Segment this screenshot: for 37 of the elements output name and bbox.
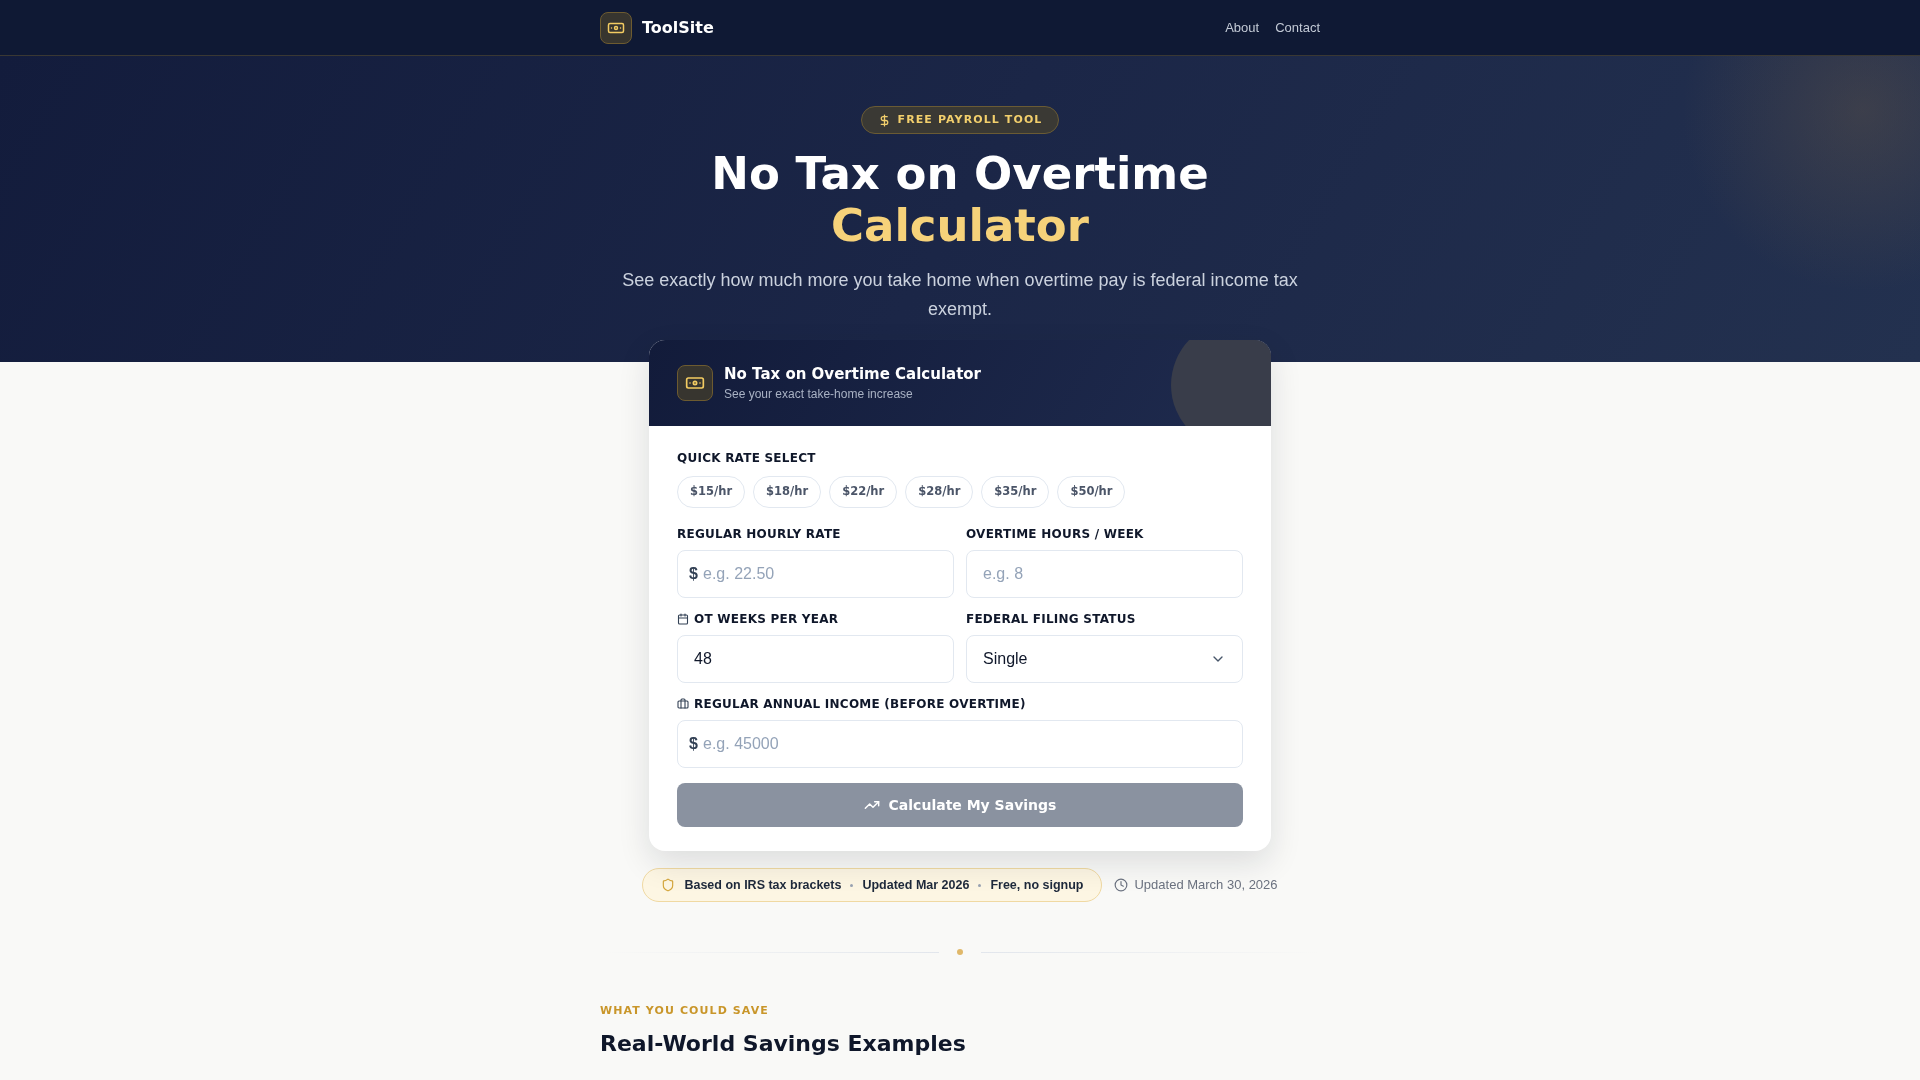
field-label: OVERTIME HOURS / WEEK [966, 526, 1144, 542]
input-field[interactable]: e.g. 8 [966, 550, 1243, 598]
rate-button[interactable]: $22/hr [829, 476, 898, 508]
nav-link[interactable]: About [1225, 17, 1260, 38]
currency-prefix: $ [689, 564, 698, 584]
rate-button[interactable]: $18/hr [753, 476, 822, 508]
section-label: QUICK RATE SELECT [677, 450, 817, 466]
tag-label: FREE PAYROLL TOOL [897, 111, 1043, 128]
page-title: No Tax on Overtime Calculator [711, 148, 1209, 252]
calendar-icon [677, 613, 689, 625]
rate-button[interactable]: $28/hr [905, 476, 974, 508]
field-label: REGULAR ANNUAL INCOME (BEFORE OVERTIME) [694, 696, 1026, 712]
currency-prefix: $ [689, 734, 698, 754]
briefcase-icon [677, 698, 689, 710]
hero-subtitle: See exactly how much more you take home when overtime pay is federal income tax exempt. [621, 269, 1299, 321]
banknote-icon [677, 365, 713, 401]
updated-date: Updated March 30, 2026 [1134, 876, 1278, 895]
section-eyebrow: WHAT YOU COULD SAVE [600, 1003, 770, 1019]
trust-item: Updated Mar 2026 [862, 876, 970, 894]
shield-icon [661, 878, 676, 892]
rate-button[interactable]: $35/hr [981, 476, 1050, 508]
dropdown[interactable]: Single [966, 635, 1243, 683]
clock-icon [1114, 878, 1129, 892]
site-title: ToolSite [642, 16, 714, 39]
trust-item: Based on IRS tax brackets [684, 876, 842, 894]
nav-link[interactable]: Contact [1275, 17, 1320, 38]
field-label: REGULAR HOURLY RATE [677, 526, 841, 542]
rate-button[interactable]: $15/hr [677, 476, 746, 508]
card-subtitle: See your exact take-home increase [724, 386, 914, 402]
section-heading: Real-World Savings Examples [600, 1030, 967, 1058]
input-field[interactable]: 48 [677, 635, 954, 683]
rate-button[interactable]: $50/hr [1057, 476, 1126, 508]
trust-item: Free, no signup [990, 876, 1084, 894]
field-label: FEDERAL FILING STATUS [966, 611, 1136, 627]
field-label: OT WEEKS PER YEAR [694, 611, 839, 627]
banknote-icon [600, 11, 632, 44]
card-title: No Tax on Overtime Calculator [724, 364, 982, 384]
